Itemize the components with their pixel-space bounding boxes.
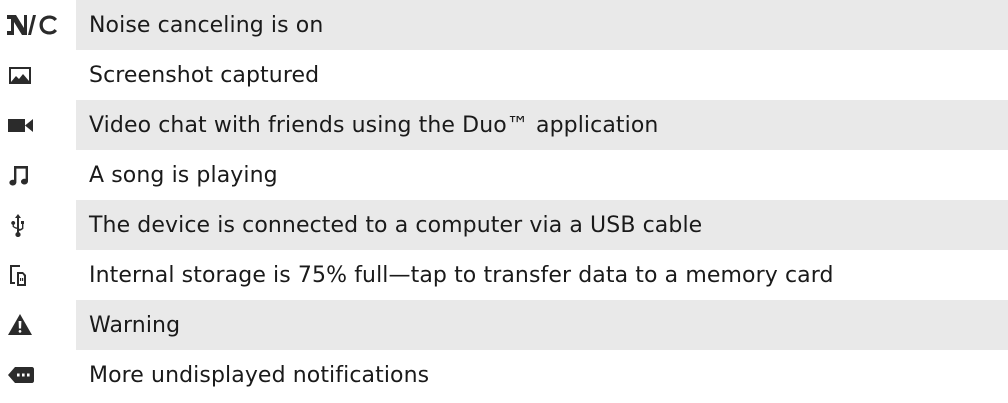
notification-description: Warning	[76, 300, 1008, 350]
storage-transfer-icon	[10, 265, 26, 286]
notification-description: Screenshot captured	[76, 50, 1008, 100]
notification-description: The device is connected to a computer vi…	[76, 200, 1008, 250]
music-note-icon	[9, 166, 28, 186]
icon-cell	[0, 0, 76, 50]
notification-description: A song is playing	[76, 150, 1008, 200]
table-row: A song is playing	[0, 150, 1008, 200]
table-row: Warning	[0, 300, 1008, 350]
notification-description: Noise canceling is on	[76, 0, 1008, 50]
video-camera-icon	[8, 119, 33, 132]
icon-cell	[0, 200, 76, 250]
icon-cell	[0, 150, 76, 200]
table-row: Screenshot captured	[0, 50, 1008, 100]
notification-description: Video chat with friends using the Duo™ a…	[76, 100, 1008, 150]
table-row: More undisplayed notifications	[0, 350, 1008, 400]
screenshot-icon	[9, 67, 31, 84]
icon-cell	[0, 350, 76, 400]
icon-cell	[0, 50, 76, 100]
table-row: The device is connected to a computer vi…	[0, 200, 1008, 250]
icon-cell	[0, 300, 76, 350]
notification-description: Internal storage is 75% full—tap to tran…	[76, 250, 1008, 300]
table-row: Internal storage is 75% full—tap to tran…	[0, 250, 1008, 300]
warning-icon	[8, 314, 32, 335]
icon-cell	[0, 250, 76, 300]
icon-cell	[0, 100, 76, 150]
notification-icons-table: Noise canceling is on Screenshot capture…	[0, 0, 1008, 403]
usb-icon	[11, 214, 24, 237]
more-notifications-icon	[8, 367, 34, 383]
noise-canceling-icon	[7, 15, 57, 35]
table-row: Video chat with friends using the Duo™ a…	[0, 100, 1008, 150]
table-row: Noise canceling is on	[0, 0, 1008, 50]
notification-description: More undisplayed notifications	[76, 350, 1008, 400]
